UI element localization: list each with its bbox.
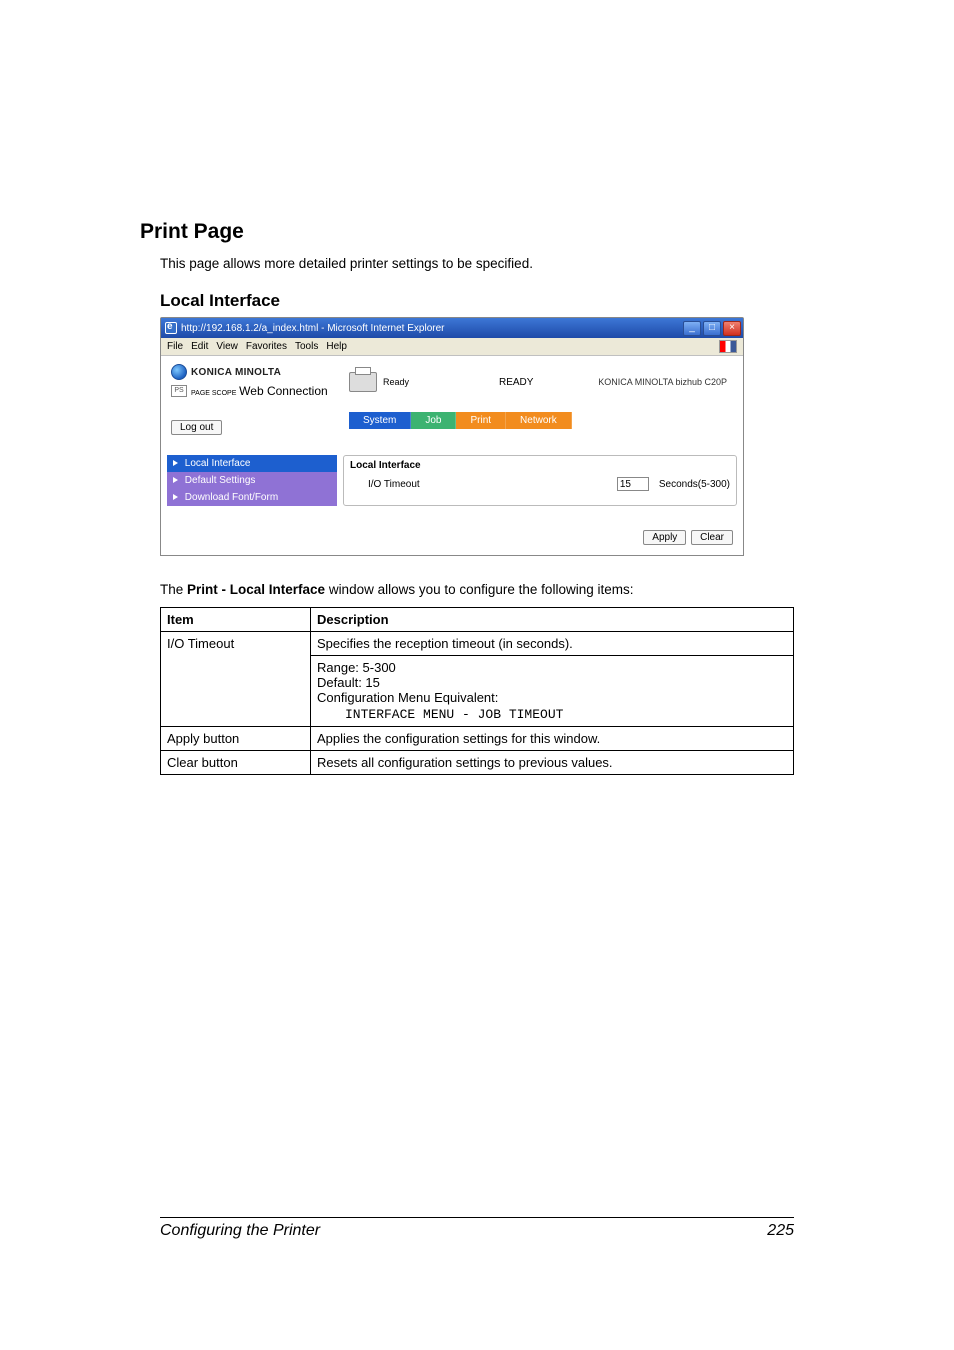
table-row: I/O Timeout Specifies the reception time… [161,632,794,656]
apply-button[interactable]: Apply [643,530,686,545]
page-intro: This page allows more detailed printer s… [160,256,794,271]
table-row: Clear button Resets all configuration se… [161,751,794,775]
menu-tools[interactable]: Tools [295,341,318,352]
ready-label: READY [499,377,589,388]
pagescope-logo-icon: PS [171,385,187,397]
sidebar-item-label: Local Interface [185,458,251,469]
brand-globe-icon [171,364,187,380]
close-button[interactable]: × [723,321,741,336]
table-intro: The Print - Local Interface window allow… [160,582,794,597]
app-content: KONICA MINOLTA PS PAGE SCOPE Web Connect… [161,356,743,555]
table-header-row: Item Description [161,608,794,632]
table-cell: Clear button [161,751,311,775]
model-label: KONICA MINOLTA bizhub C20P [589,377,733,387]
table-cell: Resets all configuration settings to pre… [311,751,794,775]
table-cell: Range: 5-300 Default: 15 Configuration M… [311,656,794,727]
page-heading: Print Page [140,220,794,244]
table-cell: Applies the configuration settings for t… [311,727,794,751]
menu-view[interactable]: View [216,341,238,352]
minimize-button[interactable]: _ [683,321,701,336]
table-header-item: Item [161,608,311,632]
embedded-window: http://192.168.1.2/a_index.html - Micros… [160,317,744,556]
window-title: http://192.168.1.2/a_index.html - Micros… [181,323,683,334]
io-timeout-input[interactable] [617,477,649,491]
chevron-right-icon [173,460,178,466]
table-cell: I/O Timeout [161,632,311,727]
io-timeout-unit: Seconds(5-300) [659,479,730,490]
footer-left: Configuring the Printer [160,1222,320,1240]
sidebar-item-local-interface[interactable]: Local Interface [167,455,337,472]
clear-button[interactable]: Clear [691,530,733,545]
browser-menubar: File Edit View Favorites Tools Help [161,338,743,356]
tab-network[interactable]: Network [506,412,572,429]
menu-help[interactable]: Help [326,341,347,352]
chevron-right-icon [173,494,178,500]
main-pane-title: Local Interface [350,460,730,471]
table-cell: Specifies the reception timeout (in seco… [311,632,794,656]
io-timeout-label: I/O Timeout [368,479,458,490]
table-row: Apply button Applies the configuration s… [161,727,794,751]
sidebar-item-download-font-form[interactable]: Download Font/Form [167,489,337,506]
sidebar-item-label: Default Settings [185,475,256,486]
brand-name: KONICA MINOLTA [191,367,281,378]
menu-edit[interactable]: Edit [191,341,208,352]
config-table: Item Description I/O Timeout Specifies t… [160,607,794,775]
chevron-right-icon [173,477,178,483]
window-titlebar: http://192.168.1.2/a_index.html - Micros… [161,318,743,338]
sidebar-item-default-settings[interactable]: Default Settings [167,472,337,489]
footer-page-number: 225 [767,1222,794,1240]
subbrand-text: PAGE SCOPE Web Connection [191,384,328,398]
maximize-button[interactable]: □ [703,321,721,336]
main-pane: Local Interface I/O Timeout Seconds(5-30… [343,455,737,506]
sidebar: Local Interface Default Settings Downloa… [167,455,337,506]
ie-icon [165,322,177,334]
printer-icon [349,372,377,392]
menu-file[interactable]: File [167,341,183,352]
logout-button[interactable]: Log out [171,420,222,435]
table-header-description: Description [311,608,794,632]
section-heading: Local Interface [160,291,794,311]
tab-print[interactable]: Print [456,412,506,429]
page-footer: Configuring the Printer 225 [160,1217,794,1240]
windows-flag-icon [719,340,737,353]
printer-status-text: Ready [383,377,409,387]
table-cell: Apply button [161,727,311,751]
tab-job[interactable]: Job [411,412,456,429]
sidebar-item-label: Download Font/Form [185,492,278,503]
tab-system[interactable]: System [349,412,411,429]
menu-favorites[interactable]: Favorites [246,341,287,352]
